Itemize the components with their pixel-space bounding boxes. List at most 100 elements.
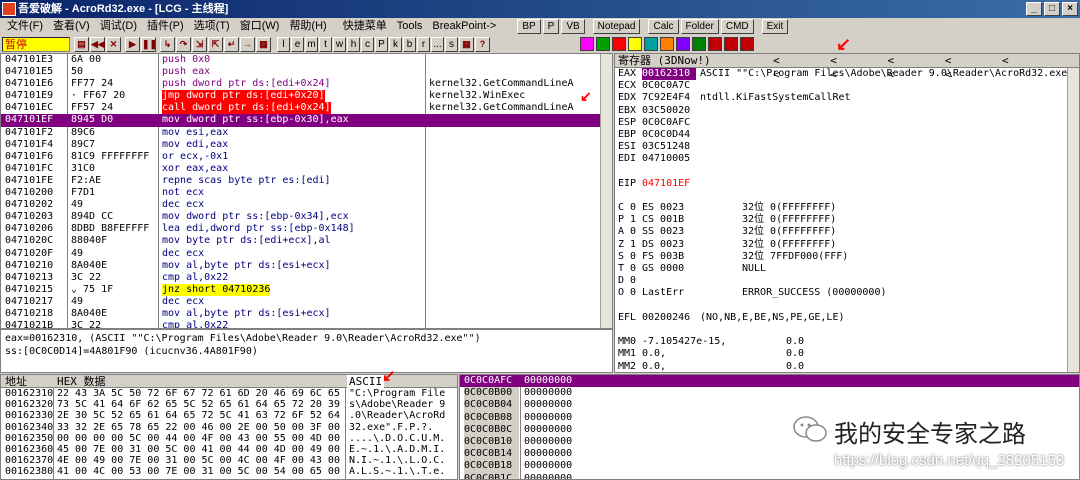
toolbar-letter-p[interactable]: P bbox=[375, 36, 388, 52]
plugin-icon-5[interactable] bbox=[644, 37, 658, 51]
grid-icon[interactable]: ▦ bbox=[459, 36, 474, 52]
plugin-icon-8[interactable] bbox=[692, 37, 706, 51]
toolbar-letter-b[interactable]: b bbox=[403, 36, 416, 52]
step-over-icon[interactable]: ↷ bbox=[176, 36, 191, 52]
toolbar-letter-r[interactable]: r bbox=[417, 36, 430, 52]
menu-view[interactable]: 查看(V) bbox=[48, 18, 95, 35]
help-icon[interactable]: ? bbox=[475, 36, 490, 52]
disasm-row[interactable]: 04710200 F7D1 not ecx bbox=[1, 187, 612, 199]
register-row[interactable]: ECX 0C0C0A7C bbox=[615, 80, 1079, 92]
disasm-row[interactable]: 047101E3 6A 00 push 0x0 bbox=[1, 54, 612, 66]
register-row[interactable]: EIP 047101EF bbox=[615, 178, 1079, 190]
register-row[interactable] bbox=[615, 324, 1079, 336]
register-value[interactable]: 0C0C0AFC bbox=[642, 117, 696, 129]
register-value[interactable]: -7.105427e-15, bbox=[642, 336, 782, 348]
register-value[interactable]: 0.0, bbox=[642, 348, 782, 360]
toolbar-letter-m[interactable]: m bbox=[305, 36, 318, 52]
menu-plugins[interactable]: 插件(P) bbox=[142, 18, 189, 35]
register-row[interactable]: MM0 -7.105427e-15, 0.0 bbox=[615, 336, 1079, 348]
disasm-row[interactable]: 04710218 8A040E mov al,byte ptr ds:[esi+ec… bbox=[1, 308, 612, 320]
menu-options[interactable]: 选项(T) bbox=[189, 18, 235, 35]
disasm-row[interactable]: 04710215 ⌄ 75 1F jnz short 04710236 bbox=[1, 283, 612, 296]
maximize-button[interactable]: □ bbox=[1044, 2, 1060, 16]
disasm-row[interactable]: 047101E9 · FF67 20 jmp dword ptr ds:[edi+0… bbox=[1, 90, 612, 103]
toolbar-letter-t[interactable]: t bbox=[319, 36, 332, 52]
minimize-button[interactable]: _ bbox=[1026, 2, 1042, 16]
close-button[interactable]: × bbox=[1062, 2, 1078, 16]
menu-help[interactable]: 帮助(H) bbox=[284, 18, 331, 35]
open-icon[interactable]: ▤ bbox=[74, 36, 89, 52]
plugin-icon-2[interactable] bbox=[596, 37, 610, 51]
dump-row[interactable]: 00162340 33 32 2E 65 78 65 22 00 46 00 2E… bbox=[1, 422, 457, 433]
toolbar-letter-h[interactable]: h bbox=[347, 36, 360, 52]
register-value[interactable]: 047101EF bbox=[642, 178, 696, 190]
disasm-row[interactable]: 04710213 3C 22 cmp al,0x22 bbox=[1, 272, 612, 284]
dump-row[interactable]: 00162360 45 00 7E 00 31 00 5C 00 41 00 44… bbox=[1, 444, 457, 455]
disasm-row[interactable]: 0471020C 88040F mov byte ptr ds:[edi+ecx],… bbox=[1, 235, 612, 247]
disasm-row[interactable]: 047101EF 8945 D0 mov dword ptr ss:[ebp-0x3… bbox=[1, 114, 612, 127]
register-row[interactable]: A 0 SS 0023 32位 0(FFFFFFFF) bbox=[615, 226, 1079, 238]
registers-scrollbar[interactable] bbox=[1067, 68, 1079, 372]
close-file-icon[interactable]: ✕ bbox=[106, 36, 121, 52]
plugin-icon-1[interactable] bbox=[580, 37, 594, 51]
register-row[interactable]: EAX 00162310 ASCII ""C:\Program Files\Adob… bbox=[615, 68, 1079, 81]
register-row[interactable] bbox=[615, 300, 1079, 312]
disasm-row[interactable]: 047101FE F2:AE repne scas byte ptr es:[edi… bbox=[1, 175, 612, 187]
folder-button[interactable]: Folder bbox=[680, 19, 719, 34]
register-value[interactable]: ES 0023 bbox=[642, 202, 738, 214]
register-row[interactable]: C 0 ES 0023 32位 0(FFFFFFFF) bbox=[615, 202, 1079, 214]
plugin-icon-9[interactable] bbox=[708, 37, 722, 51]
plugin-icon-10[interactable] bbox=[724, 37, 738, 51]
register-value[interactable]: 7C92E4F4 bbox=[642, 92, 696, 104]
register-value[interactable]: 0.0, bbox=[642, 361, 782, 373]
disasm-row[interactable]: 04710203 894D CC mov dword ptr ss:[ebp-0x3… bbox=[1, 211, 612, 223]
disassembly-pane[interactable]: 047101E3 6A 00 push 0x0 047101E5 50 push eax 0… bbox=[0, 53, 613, 329]
register-row[interactable]: S 0 FS 003B 32位 7FFDF000(FFF) bbox=[615, 251, 1079, 263]
register-row[interactable]: EBP 0C0C0D44 bbox=[615, 129, 1079, 141]
dump-row[interactable]: 00162320 73 5C 41 64 6F 62 65 5C 52 65 61… bbox=[1, 399, 457, 410]
register-row[interactable]: ESP 0C0C0AFC bbox=[615, 117, 1079, 129]
toolbar-letter-e[interactable]: e bbox=[291, 36, 304, 52]
bp-button[interactable]: BP bbox=[517, 19, 541, 34]
trace-over-icon[interactable]: ⇱ bbox=[208, 36, 223, 52]
p-button[interactable]: P bbox=[542, 19, 560, 34]
toolbar-letter-k[interactable]: k bbox=[389, 36, 402, 52]
toolbar-letter-w[interactable]: w bbox=[333, 36, 346, 52]
register-value[interactable]: 03C50020 bbox=[642, 105, 696, 117]
register-value[interactable]: DS 0023 bbox=[642, 239, 738, 251]
register-value[interactable]: LastErr bbox=[642, 287, 738, 299]
register-value[interactable]: 04710005 bbox=[642, 153, 696, 165]
plugin-icon-11[interactable] bbox=[740, 37, 754, 51]
register-row[interactable]: EBX 03C50020 bbox=[615, 105, 1079, 117]
register-row[interactable]: P 1 CS 001B 32位 0(FFFFFFFF) bbox=[615, 214, 1079, 226]
menu-shortcuts[interactable]: 快捷菜单 bbox=[338, 18, 392, 35]
plugin-icon-7[interactable] bbox=[676, 37, 690, 51]
menu-breakpoint[interactable]: BreakPoint-> bbox=[427, 18, 501, 35]
register-value[interactable]: FS 003B bbox=[642, 251, 738, 263]
vb-button[interactable]: VB bbox=[561, 19, 585, 34]
register-value[interactable]: 0C0C0A7C bbox=[642, 80, 696, 92]
register-row[interactable]: D 0 bbox=[615, 275, 1079, 287]
disasm-row[interactable]: 047101EC FF57 24 call dword ptr ds:[edi+0x… bbox=[1, 102, 612, 115]
exit-button[interactable]: Exit bbox=[761, 19, 789, 34]
disasm-row[interactable]: 0471020F 49 dec ecx bbox=[1, 248, 612, 260]
disasm-row[interactable]: 047101F2 89C6 mov esi,eax bbox=[1, 127, 612, 139]
trace-into-icon[interactable]: ⇲ bbox=[192, 36, 207, 52]
cmd-button[interactable]: CMD bbox=[720, 19, 754, 34]
notepad-button[interactable]: Notepad bbox=[592, 19, 641, 34]
disasm-row[interactable]: 04710202 49 dec ecx bbox=[1, 199, 612, 211]
register-row[interactable]: O 0 LastErr ERROR_SUCCESS (00000000) bbox=[615, 287, 1079, 299]
disasm-row[interactable]: 047101F4 89C7 mov edi,eax bbox=[1, 139, 612, 151]
register-value[interactable]: CS 001B bbox=[642, 214, 738, 226]
dump-row[interactable]: 00162370 4E 00 49 00 7E 00 31 00 5C 00 4C… bbox=[1, 455, 457, 466]
disassembly-scrollbar[interactable] bbox=[600, 54, 612, 328]
run-icon[interactable]: ▶ bbox=[125, 36, 140, 52]
register-value[interactable]: GS 0000 bbox=[642, 263, 738, 275]
register-row[interactable]: EDI 04710005 bbox=[615, 153, 1079, 165]
pause-icon[interactable]: ❚❚ bbox=[141, 36, 157, 52]
dump-row[interactable]: 00162310 22 43 3A 5C 50 72 6F 67 72 61 6D… bbox=[1, 388, 457, 399]
register-value[interactable]: 00200246 bbox=[642, 312, 696, 324]
rewind-icon[interactable]: ◀◀ bbox=[90, 36, 105, 52]
register-row[interactable]: T 0 GS 0000 NULL bbox=[615, 263, 1079, 275]
disasm-row[interactable]: 047101FC 31C0 xor eax,eax bbox=[1, 163, 612, 175]
